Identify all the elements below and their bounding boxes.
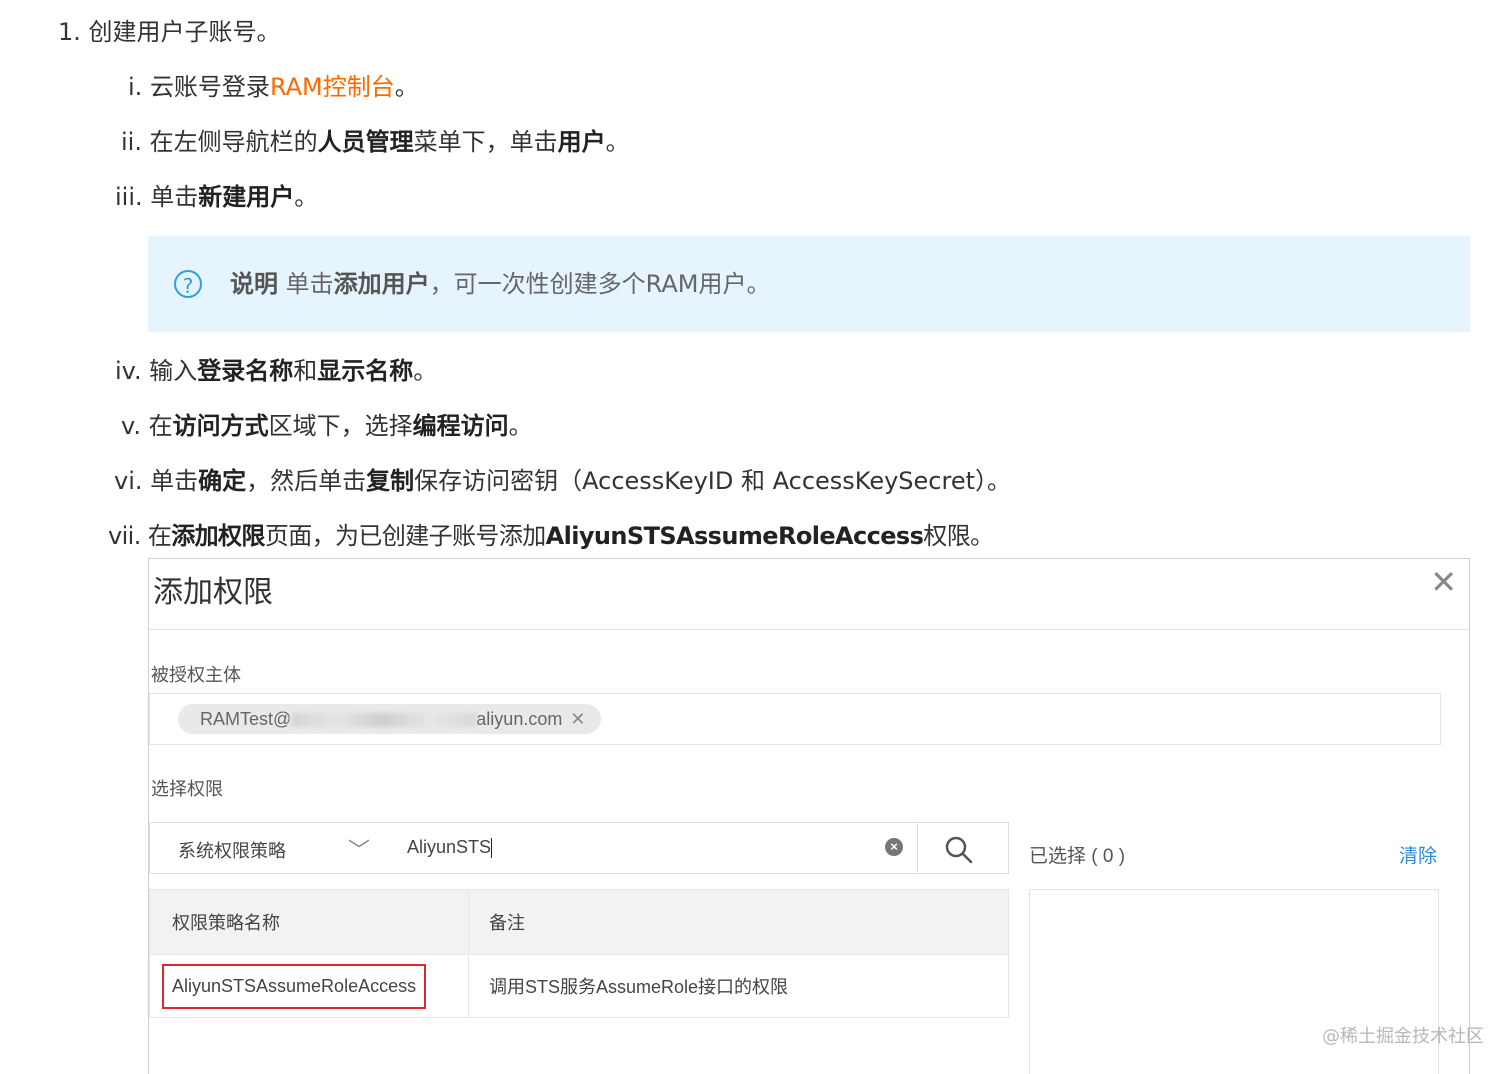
note-bold: 添加用户	[333, 270, 430, 298]
step-text: 云账号登录	[149, 73, 270, 101]
step-i: i. 云账号登录RAM控制台。	[128, 72, 419, 102]
step-text: 保存访问密钥（AccessKeyID 和 AccessKeySecret）。	[414, 467, 1012, 495]
step-text: 。	[413, 357, 438, 385]
step-text: 在	[147, 522, 172, 550]
step-text: 菜单下，单击	[413, 128, 558, 156]
step-text: 。	[508, 412, 533, 440]
step-v: v. 在访问方式区域下，选择编程访问。	[121, 411, 533, 441]
select-permission-label: 选择权限	[151, 779, 223, 799]
principal-chip: RAMTest@ aliyun.com ✕	[178, 704, 602, 734]
step-bold: 人员管理	[317, 128, 414, 156]
step-number: iii.	[115, 183, 143, 211]
policy-type-value: 系统权限策略	[178, 841, 286, 861]
step-text: 在	[148, 412, 173, 440]
step-bold: 访问方式	[172, 412, 269, 440]
policy-type-select[interactable]: 系统权限策略 ﹀	[149, 822, 383, 874]
step-number: 1.	[58, 18, 81, 46]
step-text: 。	[605, 128, 630, 156]
note-text-1: 单击	[278, 270, 334, 298]
note-label: 说明	[230, 270, 278, 298]
step-number: ii.	[121, 128, 142, 156]
step-text: 单击	[150, 467, 199, 495]
step-bold: 复制	[366, 467, 415, 495]
header-remark: 备注	[468, 890, 1008, 954]
step-text: 。	[294, 183, 319, 211]
step-text: ，然后单击	[246, 467, 367, 495]
step-number: vii.	[108, 522, 141, 550]
selected-count: 已选择 ( 0 )	[1029, 846, 1126, 867]
step-iii: iii. 单击新建用户。	[115, 182, 318, 212]
principal-prefix: RAMTest@	[200, 709, 292, 729]
chevron-down-icon: ﹀	[347, 838, 370, 863]
close-icon[interactable]: ✕	[1430, 565, 1457, 599]
step-ii: ii. 在左侧导航栏的人员管理菜单下，单击用户。	[121, 127, 630, 157]
step-bold: 添加权限	[171, 522, 265, 550]
step-bold: AliyunSTSAssumeRoleAccess	[545, 522, 924, 550]
step-text: 在左侧导航栏的	[149, 128, 318, 156]
note-box: ? 说明 单击添加用户，可一次性创建多个RAM用户。	[148, 236, 1470, 332]
policy-remark-cell: 调用STS服务AssumeRole接口的权限	[468, 955, 1008, 1017]
step-text: 。	[394, 73, 419, 101]
step-number: i.	[128, 73, 143, 101]
step-bold: 登录名称	[197, 357, 294, 385]
policy-search-input[interactable]: AliyunSTS ×	[381, 822, 918, 874]
step-vi: vi. 单击确定，然后单击复制保存访问密钥（AccessKeyID 和 Acce…	[114, 466, 1011, 496]
principal-field[interactable]: RAMTest@ aliyun.com ✕	[149, 693, 1441, 745]
step-number: vi.	[114, 467, 143, 495]
note-text: 说明 单击添加用户，可一次性创建多个RAM用户。	[230, 269, 770, 299]
step-iv: iv. 输入登录名称和显示名称。	[115, 356, 437, 386]
step-bold: 确定	[198, 467, 247, 495]
watermark: @稀土掘金技术社区	[1322, 1026, 1484, 1047]
step-bold: 显示名称	[317, 357, 414, 385]
step-1: 1. 创建用户子账号。	[58, 17, 281, 47]
add-permission-dialog: 添加权限 ✕ 被授权主体 RAMTest@ aliyun.com ✕ 选择权限 系统…	[148, 558, 1470, 1074]
step-bold: 新建用户	[198, 183, 295, 211]
step-number: iv.	[115, 357, 142, 385]
search-button[interactable]	[917, 822, 1009, 874]
clear-selected-link[interactable]: 清除	[1399, 841, 1437, 868]
search-value: AliyunSTS	[407, 837, 493, 859]
step-text: 创建用户子账号。	[88, 18, 281, 46]
step-number: v.	[121, 412, 141, 440]
ram-console-link[interactable]: RAM控制台	[270, 73, 395, 101]
table-row[interactable]: AliyunSTSAssumeRoleAccess 调用STS服务AssumeR…	[150, 955, 1008, 1017]
step-text: 输入	[149, 357, 198, 385]
divider	[149, 629, 1469, 630]
dialog-title: 添加权限	[153, 576, 273, 609]
header-policy-name: 权限策略名称	[172, 913, 280, 933]
step-text: 页面，为已创建子账号添加	[264, 522, 546, 550]
redacted-blur	[291, 713, 477, 728]
search-icon	[945, 836, 973, 864]
step-bold: 用户	[557, 128, 606, 156]
step-bold: 编程访问	[412, 412, 509, 440]
remove-chip-icon[interactable]: ✕	[570, 709, 585, 729]
policy-name-cell: AliyunSTSAssumeRoleAccess	[150, 955, 468, 1017]
policy-table: 权限策略名称 备注 AliyunSTSAssumeRoleAccess 调用ST…	[149, 889, 1009, 1018]
highlighted-policy-name: AliyunSTSAssumeRoleAccess	[162, 963, 427, 1009]
step-vii: vii. 在添加权限页面，为已创建子账号添加AliyunSTSAssumeRol…	[108, 521, 994, 551]
step-text: 和	[293, 357, 318, 385]
principal-suffix: aliyun.com	[476, 709, 563, 729]
clear-search-icon[interactable]: ×	[885, 838, 903, 856]
step-text: 权限。	[923, 522, 994, 550]
note-text-2: ，可一次性创建多个RAM用户。	[429, 270, 771, 298]
step-text: 区域下，选择	[268, 412, 413, 440]
step-text: 单击	[150, 183, 199, 211]
question-circle-icon: ?	[174, 270, 202, 298]
principal-label: 被授权主体	[151, 665, 241, 685]
table-header: 权限策略名称 备注	[150, 890, 1008, 955]
